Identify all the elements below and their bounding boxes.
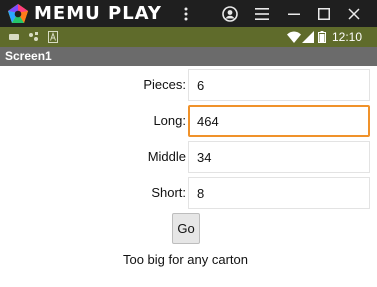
- status-time: 12:10: [332, 30, 363, 44]
- notification-a-icon: [48, 31, 58, 43]
- go-button[interactable]: Go: [172, 213, 200, 244]
- long-row: Long:: [0, 103, 377, 139]
- usb-icon: [29, 32, 38, 41]
- long-label: Long:: [153, 113, 186, 128]
- short-row: Short:: [0, 175, 377, 211]
- minimize-icon[interactable]: [284, 0, 304, 27]
- middle-row: Middle: [0, 139, 377, 175]
- pieces-label: Pieces:: [143, 77, 186, 92]
- brand-title: MEMU PLAY: [34, 3, 162, 24]
- app-title-bar: Screen1: [0, 47, 377, 66]
- battery-icon: [318, 31, 326, 43]
- memu-logo-icon: [8, 4, 28, 23]
- short-label: Short:: [151, 185, 186, 200]
- menu-icon[interactable]: [252, 0, 272, 27]
- pieces-row: Pieces:: [0, 67, 377, 103]
- middle-input[interactable]: [188, 141, 370, 173]
- android-status-bar: 12:10: [0, 27, 377, 47]
- more-vert-icon[interactable]: [178, 0, 194, 27]
- account-icon[interactable]: [220, 0, 240, 27]
- sim-card-icon: [9, 34, 19, 40]
- emulator-titlebar: MEMU PLAY: [0, 0, 377, 27]
- middle-label: Middle: [147, 149, 186, 164]
- pieces-input[interactable]: [188, 69, 370, 101]
- close-icon[interactable]: [344, 0, 364, 27]
- signal-icon: [302, 31, 314, 43]
- app-content: Pieces: Long: Middle Short: Go Too big f…: [0, 66, 377, 287]
- result-text: Too big for any carton: [122, 252, 249, 267]
- maximize-icon[interactable]: [314, 0, 334, 27]
- long-input[interactable]: [188, 105, 370, 137]
- wifi-icon: [287, 31, 301, 43]
- screen-title: Screen1: [5, 49, 52, 63]
- short-input[interactable]: [188, 177, 370, 209]
